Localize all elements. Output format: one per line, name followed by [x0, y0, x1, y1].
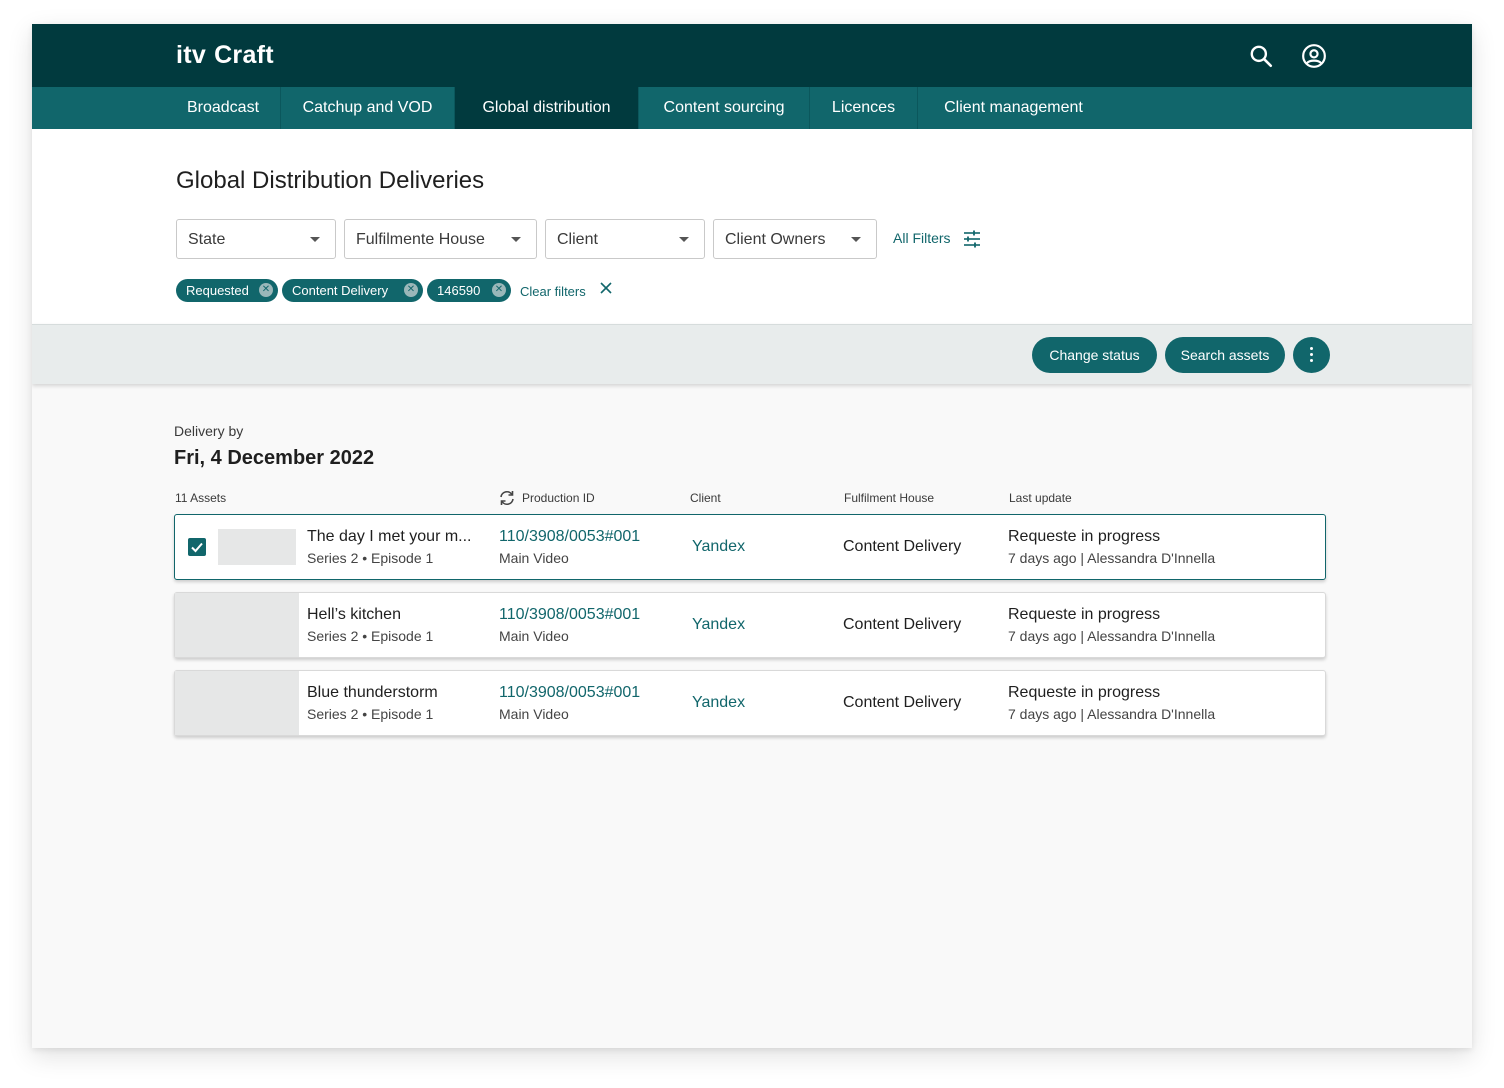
logo[interactable]: itv Craft [176, 41, 274, 70]
client-select-label: Client [557, 231, 598, 248]
top-bar: itv Craft [32, 24, 1472, 87]
asset-thumbnail [175, 671, 299, 735]
asset-thumbnail [218, 529, 296, 565]
tab-catchup-and-vod[interactable]: Catchup and VOD [281, 87, 455, 129]
column-header-production-id[interactable]: Production ID [522, 491, 595, 505]
last-update-meta: 7 days ago | Alessandra D'Innella [1008, 628, 1216, 644]
more-vertical-icon [1310, 347, 1313, 350]
status-text: Requeste in progress [1008, 606, 1161, 623]
filter-chip-146590[interactable]: 146590 ✕ [427, 279, 511, 302]
close-icon[interactable]: ✕ [404, 283, 418, 297]
action-bar: Change status Search assets [32, 324, 1472, 384]
change-status-button[interactable]: Change status [1032, 337, 1157, 373]
logo-mark: itv [176, 41, 207, 69]
delivery-date: Fri, 4 December 2022 [174, 447, 375, 469]
fulfilment-house: Content Delivery [843, 694, 962, 711]
chevron-down-icon [851, 237, 861, 242]
state-select-label: State [188, 231, 226, 248]
chip-label: Content Delivery [292, 283, 389, 298]
column-header-assets: 11 Assets [175, 491, 227, 505]
last-update-meta: 7 days ago | Alessandra D'Innella [1008, 550, 1216, 566]
asset-title: The day I met your m... [307, 528, 472, 545]
production-type: Main Video [499, 550, 569, 566]
tab-content-sourcing[interactable]: Content sourcing [639, 87, 810, 129]
chevron-down-icon [679, 237, 689, 242]
fulfilment-house: Content Delivery [843, 538, 962, 555]
chip-label: Requested [186, 283, 249, 298]
chip-label: 146590 [437, 283, 481, 298]
fulfilment-house-select-label: Fulfilmente House [356, 231, 485, 248]
status-text: Requeste in progress [1008, 528, 1161, 545]
tab-global-distribution[interactable]: Global distribution [455, 87, 639, 129]
asset-subtitle: Series 2 • Episode 1 [307, 706, 434, 722]
table-row[interactable]: The day I met your m... Series 2 • Episo… [174, 514, 1326, 580]
delivery-by-label: Delivery by [174, 423, 244, 439]
sliders-icon[interactable] [963, 230, 981, 248]
asset-subtitle: Series 2 • Episode 1 [307, 550, 434, 566]
asset-title: Blue thunderstorm [307, 684, 438, 701]
client-link[interactable]: Yandex [692, 538, 745, 556]
fulfilment-house: Content Delivery [843, 616, 962, 633]
account-circle-icon[interactable] [1301, 43, 1327, 69]
sync-icon[interactable] [498, 490, 516, 506]
fulfilment-house-select[interactable]: Fulfilmente House [344, 219, 537, 259]
asset-title: Hell’s kitchen [307, 606, 401, 623]
close-icon[interactable]: ✕ [259, 283, 273, 297]
production-id-link[interactable]: 110/3908/0053#001 [499, 528, 640, 546]
tab-broadcast[interactable]: Broadcast [166, 87, 281, 129]
client-link[interactable]: Yandex [692, 616, 745, 634]
status-text: Requeste in progress [1008, 684, 1161, 701]
chevron-down-icon [310, 237, 320, 242]
tab-client-management[interactable]: Client management [918, 87, 1109, 129]
production-type: Main Video [499, 628, 569, 644]
chevron-down-icon [511, 237, 521, 242]
asset-thumbnail [175, 593, 299, 657]
filter-chip-requested[interactable]: Requested ✕ [176, 279, 278, 302]
more-options-button[interactable] [1293, 337, 1330, 373]
column-header-last-update[interactable]: Last update [1009, 491, 1072, 505]
production-id-link[interactable]: 110/3908/0053#001 [499, 606, 640, 624]
client-owners-select-label: Client Owners [725, 231, 826, 248]
all-filters-link[interactable]: All Filters [893, 230, 951, 246]
production-id-link[interactable]: 110/3908/0053#001 [499, 684, 640, 702]
app-window: itv Craft Broadcast Catchup and VOD Globa… [32, 24, 1472, 1048]
close-icon[interactable]: ✕ [492, 283, 506, 297]
client-select[interactable]: Client [545, 219, 705, 259]
row-checkbox[interactable] [188, 538, 206, 556]
search-icon[interactable] [1248, 43, 1274, 69]
logo-text: Craft [214, 41, 274, 69]
client-link[interactable]: Yandex [692, 694, 745, 712]
filter-panel: Global Distribution Deliveries State Ful… [32, 129, 1472, 324]
page-title: Global Distribution Deliveries [176, 167, 485, 194]
main-nav: Broadcast Catchup and VOD Global distrib… [32, 87, 1472, 129]
table-row[interactable]: Blue thunderstorm Series 2 • Episode 1 1… [174, 670, 1326, 736]
asset-subtitle: Series 2 • Episode 1 [307, 628, 434, 644]
client-owners-select[interactable]: Client Owners [713, 219, 877, 259]
state-select[interactable]: State [176, 219, 336, 259]
more-vertical-icon-dot [1310, 359, 1313, 362]
table-row[interactable]: Hell’s kitchen Series 2 • Episode 1 110/… [174, 592, 1326, 658]
filter-chip-content-delivery[interactable]: Content Delivery ✕ [282, 279, 423, 302]
last-update-meta: 7 days ago | Alessandra D'Innella [1008, 706, 1216, 722]
check-icon [191, 542, 203, 553]
tab-licences[interactable]: Licences [810, 87, 918, 129]
clear-filters-link[interactable]: Clear filters [520, 284, 586, 299]
search-assets-button[interactable]: Search assets [1165, 337, 1285, 373]
close-icon[interactable] [599, 281, 613, 295]
column-header-fulfilment-house[interactable]: Fulfilment House [844, 491, 934, 505]
column-header-client[interactable]: Client [690, 491, 721, 505]
production-type: Main Video [499, 706, 569, 722]
more-vertical-icon-dot [1310, 353, 1313, 356]
